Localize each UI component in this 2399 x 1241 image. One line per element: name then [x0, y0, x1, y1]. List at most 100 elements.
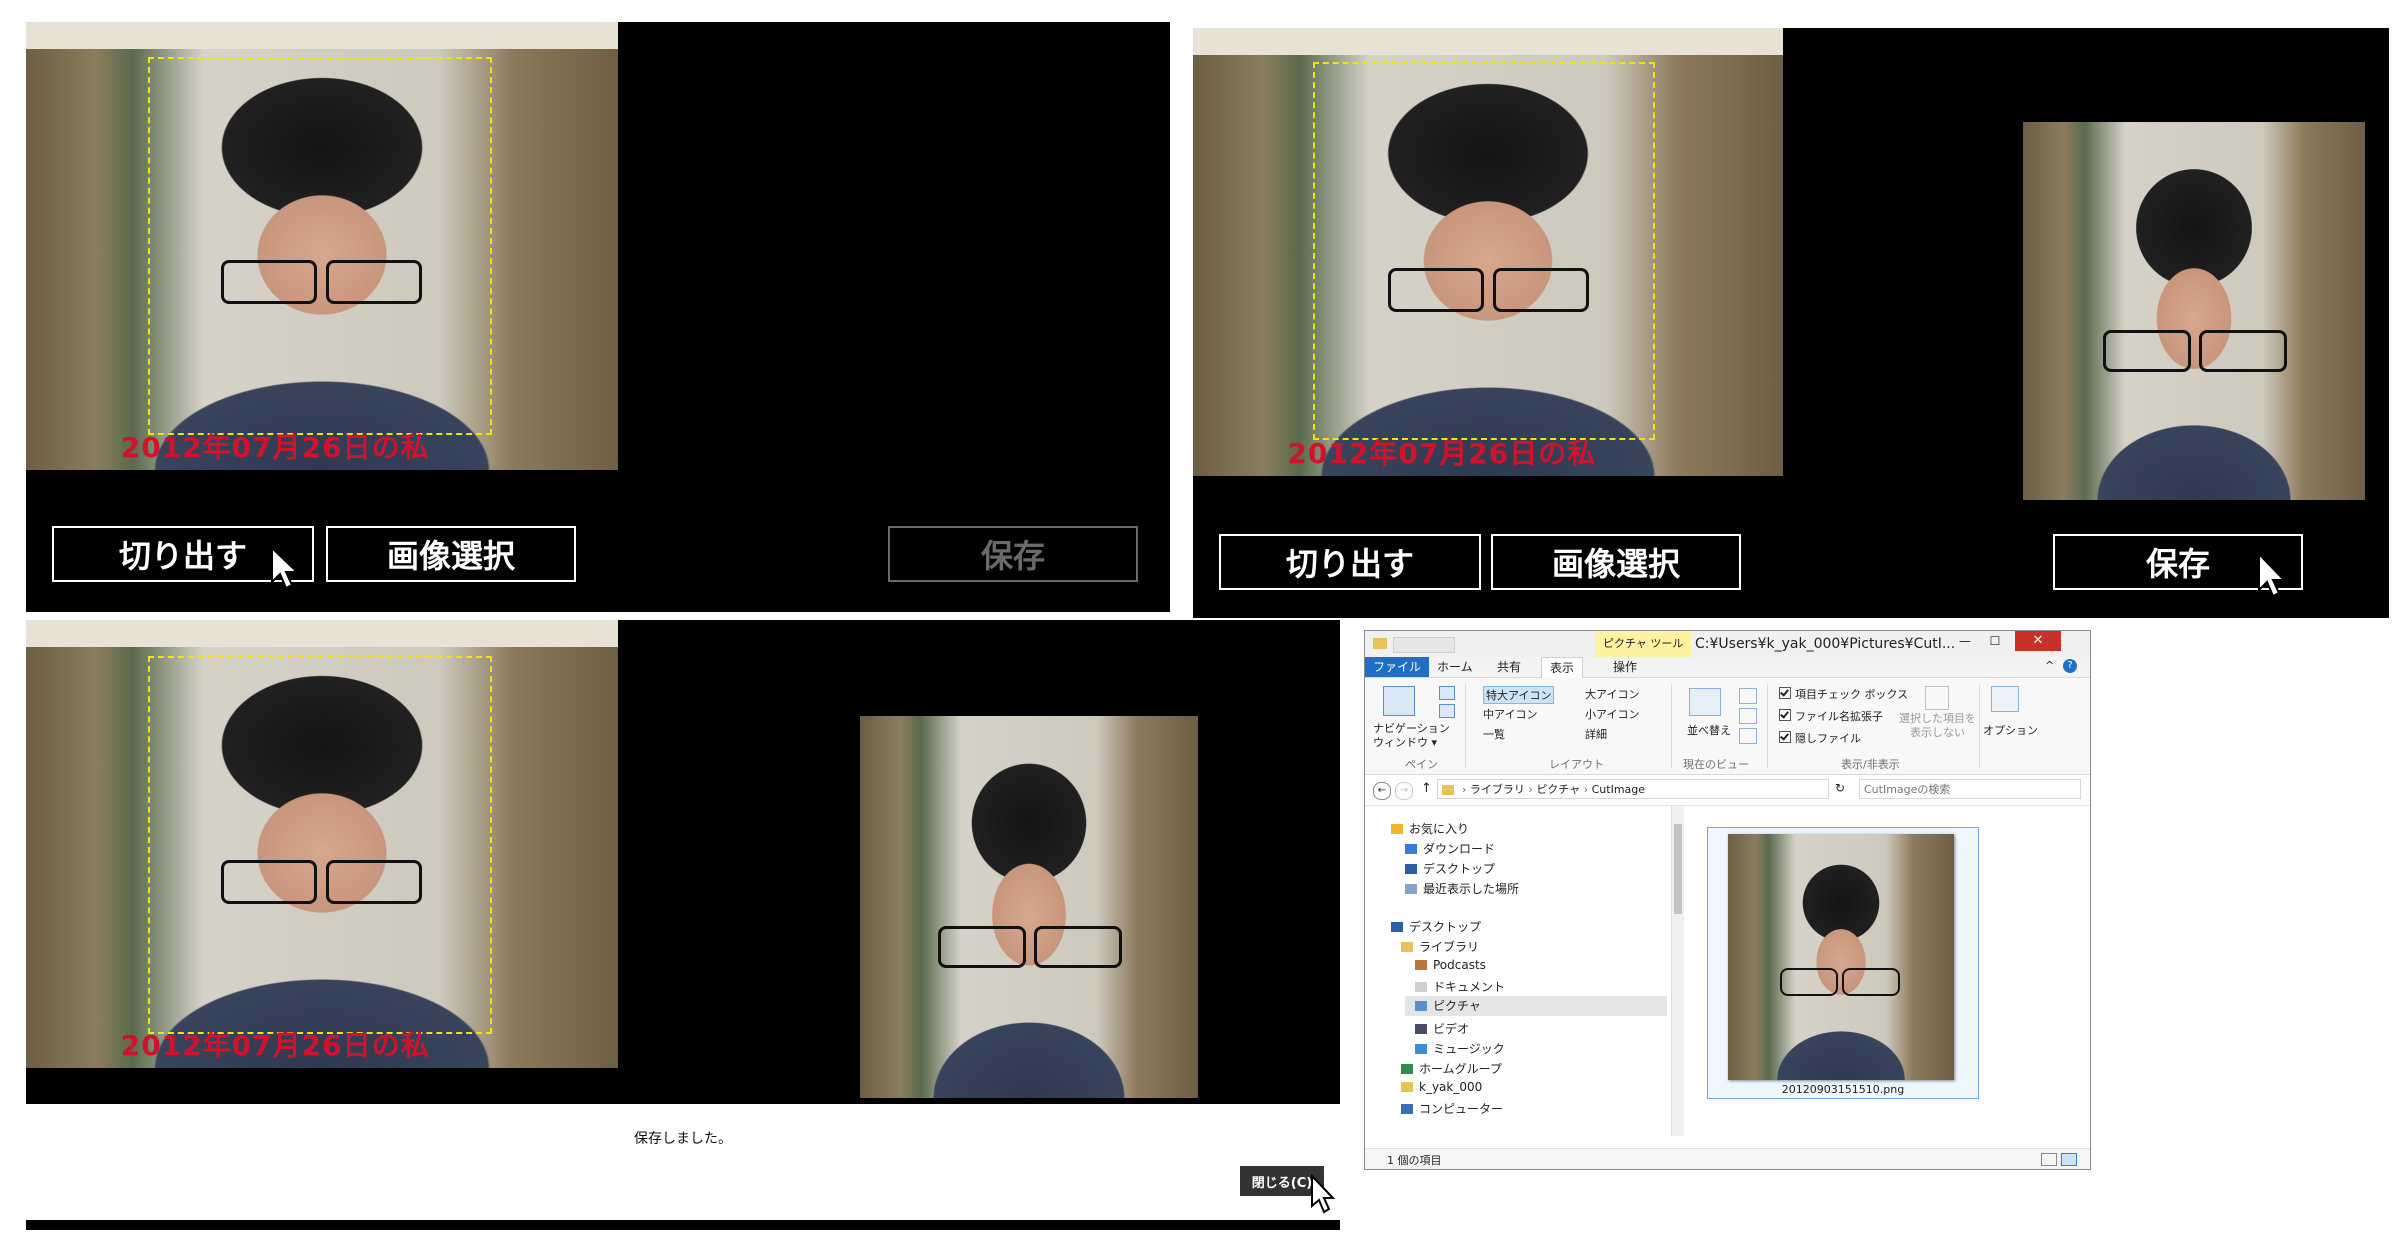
app-window-initial: 2012年07月26日の私 切り出す 画像選択 保存 — [26, 22, 1170, 612]
photo-caption: 2012年07月26日の私 — [1287, 436, 1597, 470]
layout-list[interactable]: 一覧 — [1483, 726, 1505, 742]
details-pane-icon[interactable] — [1439, 704, 1455, 718]
group-current-view: 現在のビュー — [1683, 758, 1749, 771]
source-photo: 2012年07月26日の私 — [26, 620, 618, 1068]
details-view-icon[interactable] — [2041, 1153, 2057, 1166]
nav-downloads[interactable]: ダウンロード — [1405, 840, 1495, 857]
options-icon[interactable] — [1991, 686, 2019, 712]
homegroup-icon — [1401, 1064, 1413, 1074]
cropped-photo — [2023, 122, 2365, 500]
music-icon — [1415, 1044, 1427, 1054]
layout-extra-large[interactable]: 特大アイコン — [1483, 686, 1555, 704]
save-button-disabled[interactable]: 保存 — [888, 526, 1138, 582]
navigation-pane: お気に入り ダウンロード デスクトップ 最近表示した場所 デスクトップ ライブラ… — [1365, 806, 1685, 1136]
breadcrumb-pictures[interactable]: ピクチャ — [1536, 783, 1580, 796]
podcast-icon — [1415, 960, 1427, 970]
layout-details[interactable]: 詳細 — [1585, 726, 1607, 742]
layout-medium[interactable]: 中アイコン — [1483, 706, 1537, 722]
video-icon — [1415, 1024, 1427, 1034]
file-item[interactable]: 20120903151510.png — [1707, 827, 1979, 1099]
photo-caption: 2012年07月26日の私 — [120, 1028, 430, 1062]
item-checkbox-toggle[interactable]: 項目チェック ボックス — [1779, 686, 1908, 702]
group-show-hide: 表示/非表示 — [1841, 758, 1900, 771]
quick-access-toolbar[interactable] — [1393, 637, 1455, 653]
nav-recent[interactable]: 最近表示した場所 — [1405, 880, 1519, 897]
nav-homegroup[interactable]: ホームグループ — [1401, 1060, 1502, 1077]
select-image-button[interactable]: 画像選択 — [326, 526, 576, 582]
file-extension-toggle[interactable]: ファイル名拡張子 — [1779, 708, 1883, 724]
window-title: C:¥Users¥k_yak_000¥Pictures¥CutI... — [1695, 636, 1956, 652]
ribbon-view: ナビゲーション ウィンドウ ▾ 特大アイコン 大アイコン 中アイコン 小アイコン… — [1365, 678, 2090, 775]
group-pane: ペイン — [1405, 758, 1438, 771]
nav-desktop[interactable]: デスクトップ — [1391, 918, 1481, 935]
computer-icon — [1401, 1104, 1413, 1114]
maximize-button[interactable]: ☐ — [1983, 634, 2007, 650]
hide-selected-button[interactable]: 選択した項目を 表示しない — [1899, 712, 1976, 740]
hide-selected-icon — [1925, 686, 1949, 710]
size-columns-icon[interactable] — [1739, 728, 1757, 744]
library-icon — [1401, 942, 1413, 952]
tab-view[interactable]: 表示 — [1541, 657, 1584, 678]
tab-share[interactable]: 共有 — [1489, 657, 1529, 677]
nav-scrollbar[interactable] — [1671, 806, 1684, 1136]
selection-frame[interactable] — [148, 656, 492, 1034]
cut-button[interactable]: 切り出す — [1219, 534, 1481, 590]
search-input[interactable] — [1859, 779, 2081, 799]
download-icon — [1405, 844, 1417, 854]
nav-music[interactable]: ミュージック — [1415, 1040, 1505, 1057]
user-folder-icon — [1401, 1082, 1413, 1092]
layout-large[interactable]: 大アイコン — [1585, 686, 1639, 702]
tab-manage[interactable]: 操作 — [1605, 657, 1645, 677]
nav-desktop-fav[interactable]: デスクトップ — [1405, 860, 1495, 877]
selection-frame[interactable] — [148, 57, 492, 435]
file-name: 20120903151510.png — [1781, 1083, 1905, 1096]
add-columns-icon[interactable] — [1739, 708, 1757, 724]
up-button-icon[interactable]: ↑ — [1421, 781, 1432, 796]
selection-frame[interactable] — [1313, 62, 1655, 440]
close-window-button[interactable]: ✕ — [2015, 631, 2061, 651]
nav-favorites[interactable]: お気に入り — [1391, 820, 1469, 837]
help-icon[interactable]: ? — [2063, 659, 2077, 673]
options-button[interactable]: オプション — [1983, 722, 2038, 738]
preview-pane-icon[interactable] — [1439, 686, 1455, 700]
minimize-button[interactable]: — — [1953, 634, 1977, 650]
nav-documents[interactable]: ドキュメント — [1415, 978, 1505, 995]
nav-computer[interactable]: コンピューター — [1401, 1100, 1503, 1117]
nav-libraries[interactable]: ライブラリ — [1401, 938, 1479, 955]
back-button-icon[interactable]: ← — [1373, 782, 1391, 800]
folder-icon — [1373, 638, 1387, 649]
group-layout: レイアウト — [1549, 758, 1604, 771]
nav-podcasts[interactable]: Podcasts — [1415, 958, 1486, 972]
navigation-pane-icon[interactable] — [1383, 686, 1415, 716]
ribbon-tabs: ファイル ホーム 共有 表示 操作 ^ ? — [1365, 657, 2090, 678]
nav-videos[interactable]: ビデオ — [1415, 1020, 1469, 1037]
hidden-files-toggle[interactable]: 隠しファイル — [1779, 730, 1861, 746]
group-by-icon[interactable] — [1739, 688, 1757, 704]
nav-scrollbar-thumb[interactable] — [1674, 824, 1682, 914]
breadcrumb-libraries[interactable]: ライブラリ — [1470, 783, 1525, 796]
tab-home[interactable]: ホーム — [1429, 657, 1481, 677]
app-window-saved: 2012年07月26日の私 保存しました。 閉じる(C) — [26, 620, 1340, 1230]
layout-small[interactable]: 小アイコン — [1585, 706, 1639, 722]
sort-icon[interactable] — [1689, 688, 1721, 716]
refresh-icon[interactable]: ↻ — [1835, 781, 1845, 795]
document-icon — [1415, 982, 1427, 992]
breadcrumb-folder-icon — [1442, 785, 1454, 795]
ribbon-collapse-icon[interactable]: ^ — [2045, 659, 2054, 672]
star-icon — [1391, 824, 1403, 834]
recent-places-icon — [1405, 884, 1417, 894]
dialog-message: 保存しました。 — [634, 1131, 732, 1147]
sort-button[interactable]: 並べ替え — [1687, 722, 1731, 738]
tab-file[interactable]: ファイル — [1365, 657, 1430, 677]
save-dialog: 保存しました。 閉じる(C) — [26, 1104, 1340, 1220]
navigation-pane-button[interactable]: ナビゲーション ウィンドウ ▾ — [1373, 722, 1450, 750]
breadcrumb-cutimage[interactable]: CutImage — [1592, 783, 1645, 796]
forward-button-icon[interactable]: → — [1395, 782, 1413, 800]
file-explorer-window: ピクチャ ツール C:¥Users¥k_yak_000¥Pictures¥Cut… — [1364, 630, 2091, 1170]
breadcrumb[interactable]: › ライブラリ › ピクチャ › CutImage — [1437, 779, 1829, 799]
nav-user[interactable]: k_yak_000 — [1401, 1080, 1482, 1094]
large-icons-view-icon[interactable] — [2061, 1153, 2077, 1166]
context-tab-label: ピクチャ ツール — [1595, 631, 1692, 657]
nav-pictures[interactable]: ピクチャ — [1405, 996, 1667, 1016]
select-image-button[interactable]: 画像選択 — [1491, 534, 1741, 590]
